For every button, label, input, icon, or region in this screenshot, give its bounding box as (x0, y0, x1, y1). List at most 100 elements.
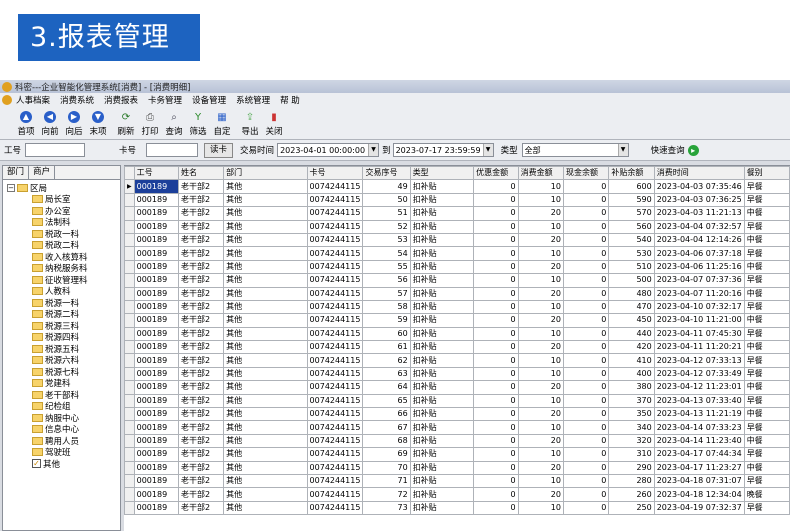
gonghao-input[interactable] (25, 143, 86, 157)
menu-item[interactable]: 帮 助 (280, 94, 300, 106)
quick-query-button[interactable]: 快速查询 ▸ (651, 144, 699, 156)
table-row[interactable]: 000189 老干部2 其他 0074244115 60 扣补贴 0 10 0 440 2023-0… (124, 326, 790, 342)
tree-node[interactable]: 法制科 (3, 217, 120, 228)
pane-tab[interactable]: 商户 (29, 166, 56, 179)
toolbar-button[interactable]: ◀ 向前 (38, 110, 62, 137)
menu-item[interactable]: 消费报表 (104, 94, 138, 106)
table-row[interactable]: 000189 老干部2 其他 0074244115 55 扣补贴 0 20 0 510 2023-0… (124, 259, 790, 275)
table-row[interactable]: 000189 老干部2 其他 0074244115 71 扣补贴 0 10 0 280 2023-0… (124, 473, 790, 489)
table-row[interactable]: 000189 老干部2 其他 0074244115 52 扣补贴 0 10 0 560 2023-0… (124, 219, 790, 234)
table-row[interactable]: 000189 老干部2 其他 0074244115 62 扣补贴 0 10 0 410 2023-0… (124, 353, 790, 368)
table-row[interactable]: 000189 老干部2 其他 0074244115 70 扣补贴 0 20 0 290 2023-0… (124, 460, 790, 475)
table-row[interactable]: 000189 老干部2 其他 0074244115 50 扣补贴 0 10 0 590 2023-0… (124, 192, 790, 208)
column-header[interactable]: 优惠金额 (473, 165, 519, 181)
column-header[interactable]: 工号 (133, 165, 179, 181)
table-row[interactable]: 000189 老干部2 其他 0074244115 53 扣补贴 0 20 0 540 2023-0… (124, 232, 790, 248)
toolbar-button[interactable]: ▲ 首项 (14, 110, 38, 137)
tree-node[interactable]: 办公室 (3, 205, 120, 217)
checkbox-checked-icon[interactable]: ✓ (32, 459, 41, 469)
tree-node[interactable]: 人教科 (3, 286, 120, 297)
column-header[interactable]: 类型 (409, 165, 475, 181)
table-row[interactable]: 000189 老干部2 其他 0074244115 66 扣补贴 0 20 0 350 2023-0… (124, 407, 790, 422)
tree-node[interactable]: 税源三科 (3, 320, 120, 332)
menu-item[interactable]: 设备管理 (192, 94, 226, 106)
chevron-down-icon[interactable]: ▼ (482, 144, 493, 156)
column-header[interactable]: 消费时间 (653, 165, 745, 181)
toolbar-button[interactable]: ▼ 末项 (86, 110, 110, 137)
menu-item[interactable]: 消费系统 (60, 94, 94, 106)
tree-node[interactable]: 纳服中心 (3, 412, 120, 424)
time-to-picker[interactable]: 2023-07-17 23:59:59 ▼ (392, 143, 494, 157)
column-header[interactable]: 餐别 (743, 165, 790, 181)
column-header[interactable]: 卡号 (306, 165, 364, 181)
app-menu-icon[interactable] (2, 95, 12, 105)
table-cell: 早餐 (743, 473, 790, 489)
tree-node[interactable]: 信息中心 (3, 424, 120, 435)
toolbar-button[interactable]: Y 筛选 (186, 110, 210, 138)
read-card-button[interactable]: 读卡 (204, 142, 234, 158)
tree-node[interactable]: 税源六科 (3, 355, 120, 366)
time-from-picker[interactable]: 2023-04-01 00:00:00 ▼ (277, 143, 380, 157)
toolbar-button[interactable]: ⟳ 刷新 (114, 110, 138, 138)
tree-node[interactable]: 局长室 (3, 194, 120, 205)
tree-root[interactable]: − 区局 (3, 182, 120, 194)
menu-item[interactable]: 卡务管理 (148, 94, 182, 106)
table-row[interactable]: 000189 老干部2 其他 0074244115 69 扣补贴 0 10 0 310 2023-0… (124, 447, 790, 462)
tree-node[interactable]: 纳税服务科 (3, 263, 120, 274)
tree-node[interactable]: ✓ 其他 (3, 458, 120, 470)
collapse-icon[interactable]: − (7, 183, 15, 192)
toolbar-button[interactable]: ▦ 自定 (210, 110, 234, 138)
table-row[interactable]: 000189 老干部2 其他 0074244115 59 扣补贴 0 20 0 450 2023-0… (124, 313, 790, 328)
column-header[interactable]: 现金余额 (562, 165, 610, 181)
tree-node[interactable]: 税政一科 (3, 228, 120, 240)
table-cell: 其他 (223, 460, 308, 475)
column-header[interactable]: 交易序号 (362, 165, 411, 181)
tree-node[interactable]: 税源二科 (3, 309, 120, 320)
column-header[interactable]: 部门 (223, 165, 308, 181)
column-header[interactable]: 补贴余额 (608, 165, 655, 181)
table-row[interactable]: 000189 老干部2 其他 0074244115 63 扣补贴 0 10 0 400 2023-0… (124, 366, 790, 382)
toolbar-button[interactable]: ⎙ 打印 (138, 110, 162, 138)
tree-node[interactable]: 聘用人员 (3, 435, 120, 447)
table-row[interactable]: 000189 老干部2 其他 0074244115 73 扣补贴 0 10 0 250 2023-0… (124, 500, 790, 516)
tree-node[interactable]: 税源五科 (3, 343, 120, 355)
tree-node[interactable]: 党建科 (3, 378, 120, 389)
tree-node[interactable]: 驾驶班 (3, 447, 120, 458)
table-cell: 570 (608, 206, 655, 221)
table-row[interactable]: 000189 老干部2 其他 0074244115 61 扣补贴 0 20 0 420 2023-0… (124, 340, 790, 355)
tree-node[interactable]: 税政二科 (3, 240, 120, 251)
column-header[interactable]: 消费金额 (517, 165, 564, 181)
table-cell: 0 (562, 380, 610, 395)
column-header[interactable]: 姓名 (177, 165, 225, 181)
table-row[interactable]: 000189 老干部2 其他 0074244115 68 扣补贴 0 20 0 320 2023-0… (124, 433, 790, 449)
menu-item[interactable]: 系统管理 (236, 94, 270, 106)
tree-node[interactable]: 纪检组 (3, 401, 120, 412)
tree-node[interactable]: 征收管理科 (3, 274, 120, 286)
table-row[interactable]: ▶ 000189 老干部2 其他 0074244115 49 扣补贴 0 10 0 600 2023-… (124, 179, 790, 194)
table-row[interactable]: 000189 老干部2 其他 0074244115 72 扣补贴 0 20 0 260 2023-0… (124, 487, 790, 502)
toolbar-button[interactable]: ▮ 关闭 (262, 110, 286, 138)
kahao-input[interactable] (146, 143, 199, 157)
table-row[interactable]: 000189 老干部2 其他 0074244115 58 扣补贴 0 10 0 470 2023-0… (124, 299, 790, 315)
table-cell: 老干部2 (177, 353, 225, 368)
table-row[interactable]: 000189 老干部2 其他 0074244115 67 扣补贴 0 10 0 340 2023-0… (124, 420, 790, 435)
pane-tab[interactable]: 部门 (3, 166, 30, 179)
tree-node[interactable]: 老干部科 (3, 389, 120, 401)
tree-node[interactable]: 税源七科 (3, 366, 120, 378)
tree-node[interactable]: 税源四科 (3, 332, 120, 343)
chevron-down-icon[interactable]: ▼ (368, 144, 379, 156)
chevron-down-icon[interactable]: ▼ (617, 144, 628, 156)
menu-item[interactable]: 人事档案 (16, 94, 50, 106)
table-row[interactable]: 000189 老干部2 其他 0074244115 65 扣补贴 0 10 0 370 2023-0… (124, 393, 790, 409)
table-row[interactable]: 000189 老干部2 其他 0074244115 57 扣补贴 0 20 0 480 2023-0… (124, 286, 790, 301)
table-row[interactable]: 000189 老干部2 其他 0074244115 56 扣补贴 0 10 0 500 2023-0… (124, 273, 790, 288)
table-row[interactable]: 000189 老干部2 其他 0074244115 54 扣补贴 0 10 0 530 2023-0… (124, 246, 790, 261)
type-select[interactable]: 全部 ▼ (521, 143, 629, 157)
toolbar-button[interactable]: ⇪ 导出 (238, 110, 262, 138)
table-row[interactable]: 000189 老干部2 其他 0074244115 51 扣补贴 0 20 0 570 2023-0… (124, 206, 790, 221)
tree-node[interactable]: 税源一科 (3, 297, 120, 309)
toolbar-button[interactable]: ⌕ 查询 (162, 110, 186, 138)
tree-node[interactable]: 收入核算科 (3, 251, 120, 263)
toolbar-button[interactable]: ▶ 向后 (62, 110, 86, 137)
table-row[interactable]: 000189 老干部2 其他 0074244115 64 扣补贴 0 20 0 380 2023-0… (124, 380, 790, 395)
